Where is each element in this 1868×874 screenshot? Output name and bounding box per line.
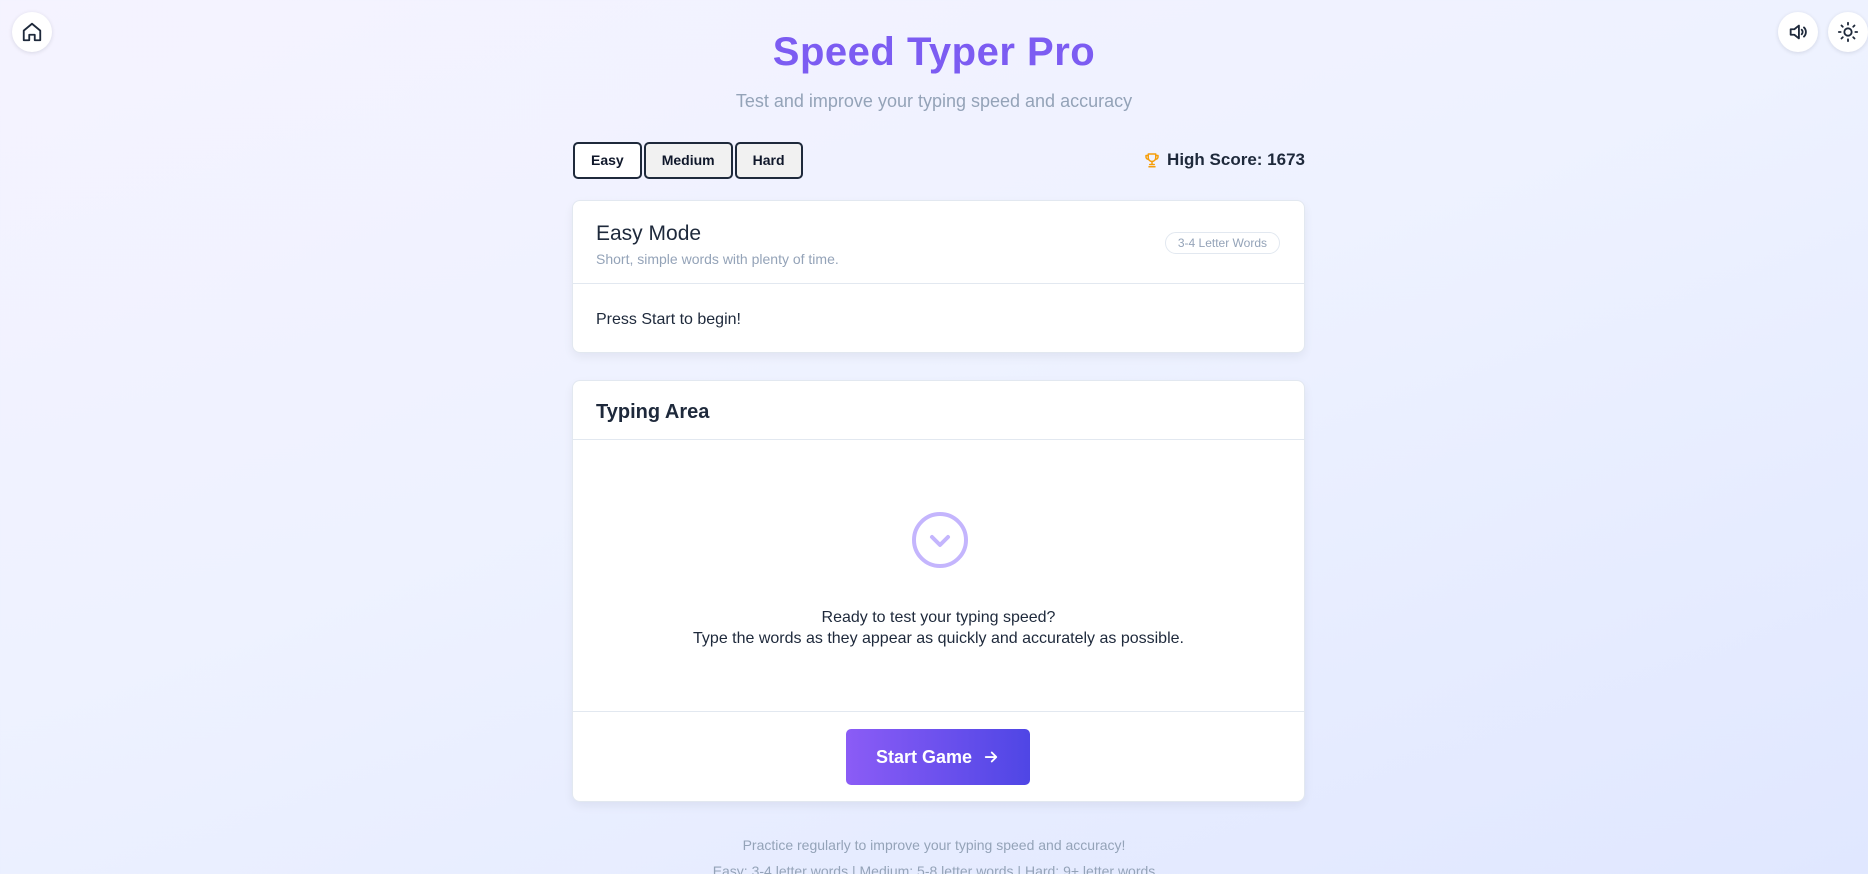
mode-card-header: Easy Mode Short, simple words with plent…: [573, 201, 1304, 284]
mode-card: Easy Mode Short, simple words with plent…: [572, 200, 1305, 353]
typing-area-header: Typing Area: [573, 381, 1304, 440]
trophy-icon: [1145, 153, 1159, 168]
start-game-label: Start Game: [875, 746, 973, 767]
difficulty-selector: Easy Medium Hard: [573, 141, 803, 179]
ready-message: Ready to test your typing speed?: [821, 609, 1056, 626]
typing-area-card: Typing Area Ready to test your typing sp…: [572, 380, 1305, 802]
typing-area-title: Typing Area: [596, 401, 710, 423]
high-score-label: High Score: 1673: [1167, 150, 1305, 169]
app-subtitle: Test and improve your typing speed and a…: [735, 91, 1133, 111]
chevron-down-circle-icon: [912, 512, 968, 568]
word-length-badge: 3-4 Letter Words: [1164, 232, 1280, 254]
difficulty-toolbar: Easy Medium Hard High Score: 1673: [573, 141, 1305, 179]
mode-description: Short, simple words with plenty of time.: [596, 251, 839, 267]
mode-title: Easy Mode: [596, 222, 702, 245]
mode-prompt: Press Start to begin!: [596, 311, 741, 328]
arrow-right-icon: [984, 751, 998, 763]
app-title: Speed Typer Pro: [772, 30, 1096, 74]
footer-difficulty-legend: Easy: 3-4 letter words | Medium: 5-8 let…: [712, 863, 1156, 874]
start-game-button[interactable]: Start Game: [846, 729, 1030, 785]
difficulty-medium-button[interactable]: Medium: [643, 141, 733, 179]
difficulty-easy-button[interactable]: Easy: [573, 141, 642, 179]
ready-instructions: Type the words as they appear as quickly…: [693, 630, 1184, 647]
footer-tip: Practice regularly to improve your typin…: [742, 837, 1126, 853]
difficulty-hard-button[interactable]: Hard: [734, 141, 803, 179]
high-score: High Score: 1673: [1143, 150, 1305, 170]
typing-area-body: Ready to test your typing speed? Type th…: [573, 440, 1304, 712]
